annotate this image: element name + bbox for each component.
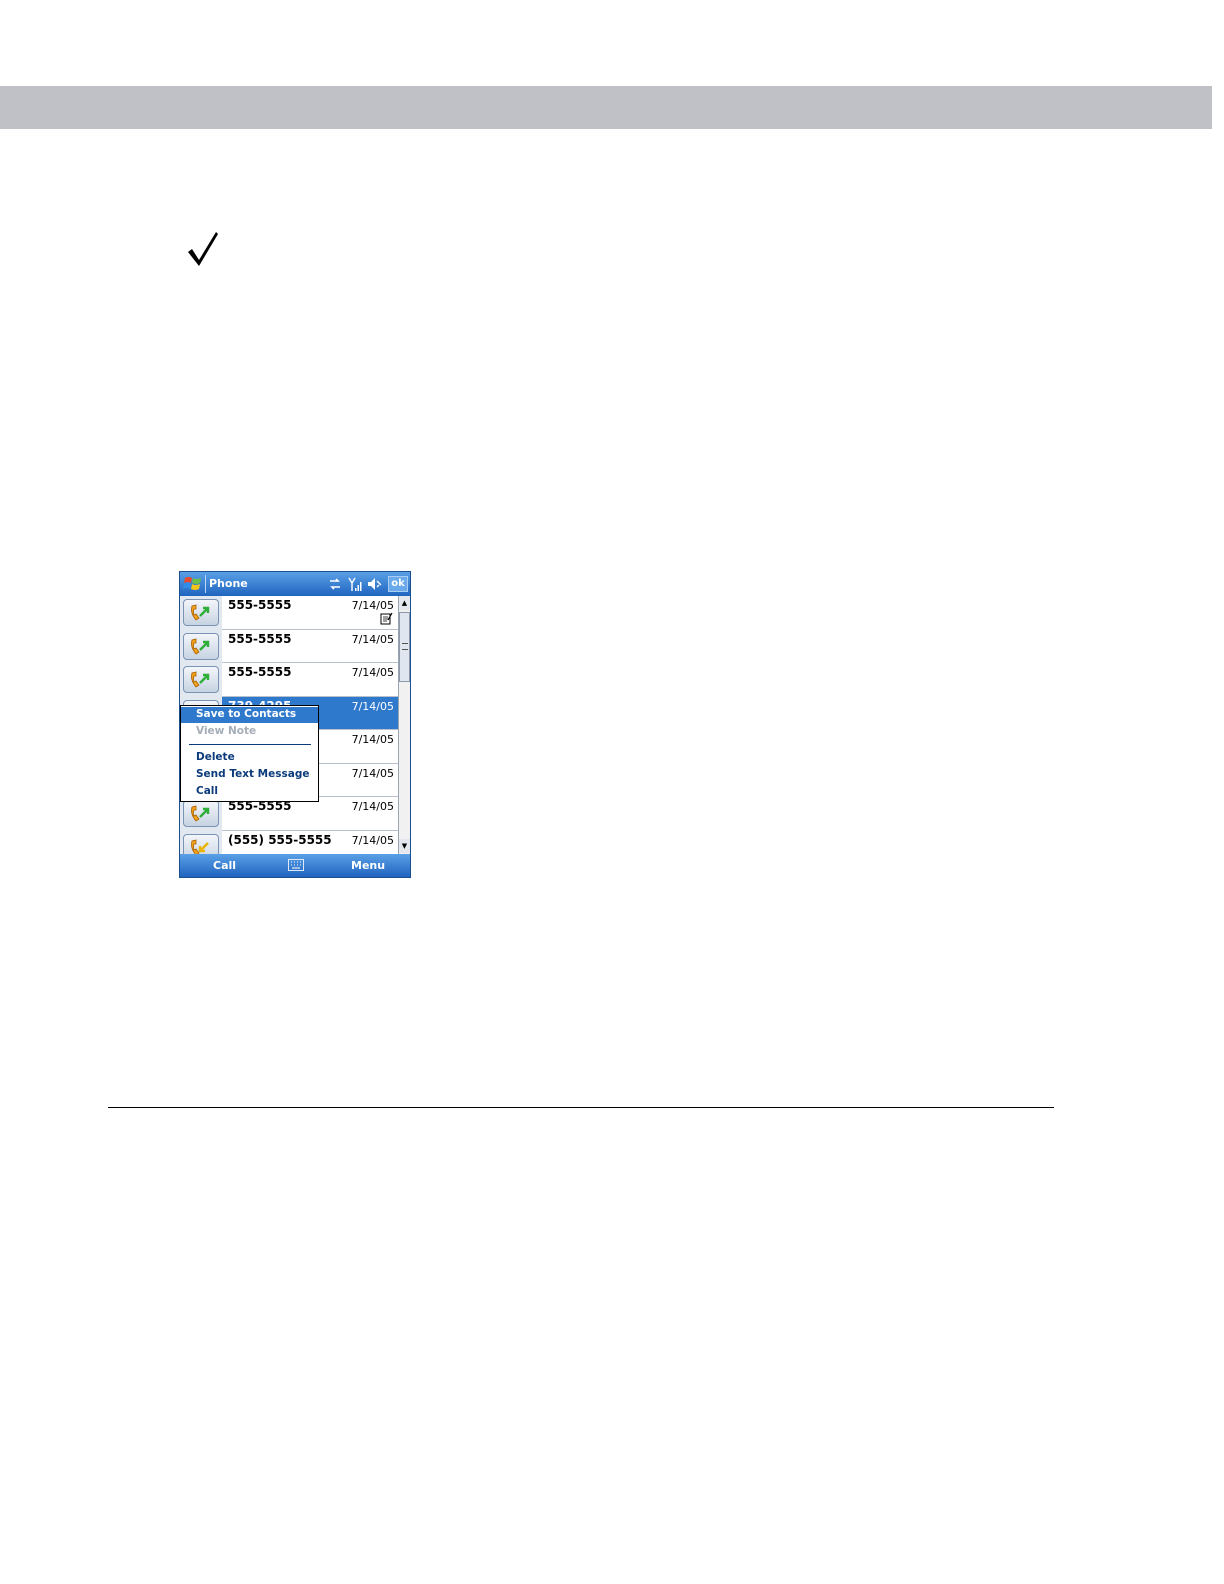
outgoing-call-icon xyxy=(191,604,210,621)
call-date: 7/14/05 xyxy=(351,800,394,813)
call-date: 7/14/05 xyxy=(351,632,394,646)
menu-item-label: Call xyxy=(196,785,218,797)
menu-item-label: Save to Contacts xyxy=(196,708,297,720)
call-softkey[interactable]: Call xyxy=(213,859,236,872)
signal-strength-icon[interactable] xyxy=(348,576,362,592)
soft-key-bar: Call Menu xyxy=(180,854,410,877)
menu-item-save-to-contacts[interactable]: Save to Contacts xyxy=(181,707,318,723)
call-icon-cell xyxy=(180,596,222,630)
context-menu: Save to Contacts View Note Delete Send T… xyxy=(180,705,319,802)
call-icon-cell xyxy=(180,629,222,663)
note-checkmark-icon xyxy=(188,232,218,266)
keyboard-icon[interactable] xyxy=(288,859,304,871)
scroll-up-icon[interactable]: ▲ xyxy=(399,596,410,610)
menu-item-delete[interactable]: Delete xyxy=(181,750,318,766)
app-title: Phone xyxy=(209,577,248,590)
call-button[interactable] xyxy=(183,666,219,693)
call-button[interactable] xyxy=(183,599,219,626)
call-number: (555) 555-5555 xyxy=(228,832,332,847)
title-bar: Phone ok xyxy=(180,572,410,596)
scroll-grip-icon xyxy=(402,643,408,650)
call-icon-cell xyxy=(180,797,222,831)
menu-item-label: Delete xyxy=(196,751,235,763)
menu-item-label: View Note xyxy=(196,725,257,737)
ok-button[interactable]: ok xyxy=(388,576,408,592)
call-number: 555-5555 xyxy=(228,665,292,679)
outgoing-call-icon xyxy=(191,805,210,822)
menu-item-view-note: View Note xyxy=(181,724,318,740)
call-date: 7/14/05 xyxy=(351,666,394,679)
call-icon-cell xyxy=(180,663,222,697)
call-date: 7/14/05 xyxy=(351,699,394,713)
menu-item-call[interactable]: Call xyxy=(181,784,318,800)
call-icon-cell xyxy=(180,830,222,854)
call-info: 555-5555 7/14/05 xyxy=(222,596,398,630)
call-button[interactable] xyxy=(183,800,219,827)
call-info: 555-5555 7/14/05 xyxy=(222,630,398,663)
outgoing-call-icon xyxy=(191,637,210,655)
menu-item-label: Send Text Message xyxy=(196,768,310,780)
call-date: 7/14/05 xyxy=(351,833,394,847)
call-history-row[interactable]: 555-5555 7/14/05 xyxy=(180,663,398,697)
call-history-row[interactable]: 555-5555 7/14/05 xyxy=(180,629,398,663)
call-number: 555-5555 xyxy=(228,598,292,612)
call-date: 7/14/05 xyxy=(351,599,394,612)
call-button[interactable] xyxy=(183,632,219,660)
speaker-muted-icon[interactable] xyxy=(367,576,383,592)
title-separator xyxy=(205,575,206,593)
call-date: 7/14/05 xyxy=(351,766,394,780)
call-info: 555-5555 7/14/05 xyxy=(222,663,398,697)
call-info: 555-5555 7/14/05 xyxy=(222,797,398,831)
call-history-row[interactable]: (555) 555-5555 7/14/05 xyxy=(180,830,398,855)
list-scrollbar[interactable]: ▲ ▼ xyxy=(398,596,410,854)
call-info: (555) 555-5555 7/14/05 xyxy=(222,831,398,855)
call-date: 7/14/05 xyxy=(351,733,394,746)
scroll-thumb[interactable] xyxy=(399,612,410,682)
call-number: 555-5555 xyxy=(228,631,292,646)
call-history-row[interactable]: 555-5555 7/14/05 xyxy=(180,596,398,630)
page-header-band xyxy=(0,86,1212,129)
note-icon xyxy=(380,612,393,625)
phone-screenshot: Phone ok 555-5555 7/14/05 555-5555 7/14/… xyxy=(179,571,411,878)
call-history-row[interactable]: 555-5555 7/14/05 xyxy=(180,797,398,831)
outgoing-call-icon xyxy=(191,671,210,688)
incoming-call-icon xyxy=(191,838,209,854)
scroll-down-icon[interactable]: ▼ xyxy=(399,839,410,853)
connectivity-icon[interactable] xyxy=(328,576,342,592)
menu-softkey[interactable]: Menu xyxy=(351,859,385,872)
footer-rule xyxy=(108,1107,1054,1108)
windows-start-icon[interactable] xyxy=(183,574,203,594)
menu-separator xyxy=(189,744,311,745)
call-button[interactable] xyxy=(183,833,219,854)
menu-item-send-text-message[interactable]: Send Text Message xyxy=(181,767,318,783)
